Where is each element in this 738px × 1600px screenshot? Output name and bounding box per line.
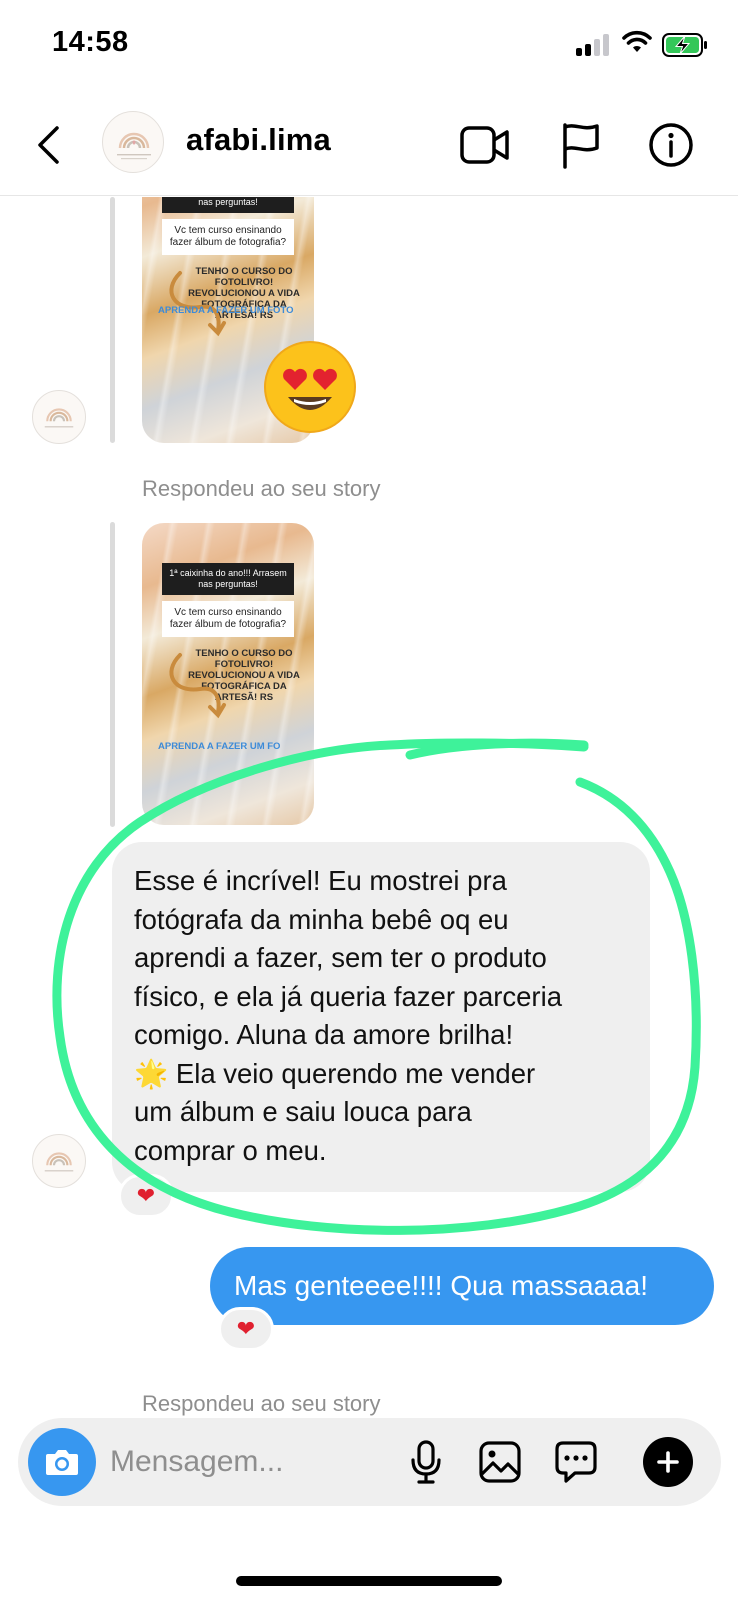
message-line: comprar o meu. xyxy=(134,1134,327,1166)
message-composer xyxy=(18,1418,721,1506)
gallery-button[interactable] xyxy=(474,1436,526,1488)
sender-avatar[interactable] xyxy=(32,390,86,444)
camera-icon xyxy=(46,1450,78,1475)
message-line: físico, e ela já queria fazer parceria xyxy=(134,980,562,1012)
message-input[interactable] xyxy=(110,1436,400,1488)
video-call-icon xyxy=(460,126,509,164)
sticker-button[interactable] xyxy=(550,1436,602,1488)
heart-reaction[interactable]: ❤ xyxy=(118,1174,174,1218)
video-call-button[interactable] xyxy=(458,118,512,172)
battery-charging-icon xyxy=(662,33,707,57)
story-question-text: Vc tem curso ensinando fazer álbum de fo… xyxy=(162,601,294,637)
heart-eyes-emoji-icon xyxy=(264,341,356,433)
message-line: aprendi a fazer, sem ter o produto xyxy=(134,942,547,973)
back-icon xyxy=(38,126,59,164)
replied-to-story-label: Respondeu ao seu story xyxy=(142,1391,381,1416)
flag-icon xyxy=(563,123,599,169)
heart-reaction[interactable]: ❤ xyxy=(218,1307,274,1351)
microphone-icon xyxy=(411,1440,441,1484)
more-options-button[interactable] xyxy=(643,1437,693,1487)
story-question-text: Vc tem curso ensinando fazer álbum de fo… xyxy=(162,219,294,255)
camera-button[interactable] xyxy=(28,1428,96,1496)
story-link-sticker: APRENDA A FAZER UM FOTO xyxy=(158,305,294,316)
rainbow-logo-icon xyxy=(44,408,74,428)
info-button[interactable] xyxy=(644,118,698,172)
report-button[interactable] xyxy=(554,118,608,172)
wifi-icon xyxy=(622,30,652,52)
plus-icon xyxy=(657,1451,679,1473)
rainbow-logo-icon xyxy=(44,1152,74,1172)
profile-avatar[interactable] xyxy=(102,111,164,173)
outgoing-message-text: Mas genteeee!!!! Qua massaaaa! xyxy=(234,1270,649,1301)
chat-header: afabi.lima xyxy=(0,100,738,196)
info-icon xyxy=(649,123,693,167)
message-line: Esse é incrível! Eu mostrei pra xyxy=(134,865,507,896)
gallery-icon xyxy=(479,1441,521,1483)
story-link-sticker: APRENDA A FAZER UM FO xyxy=(158,741,281,752)
status-bar: 14:58 xyxy=(0,0,738,90)
message-line: comigo. Aluna da amore brilha! xyxy=(134,1019,514,1050)
home-indicator[interactable] xyxy=(236,1576,502,1586)
story-question-box: 1ª caixinha do ano!!! Arrasem nas pergun… xyxy=(162,563,294,595)
story-arrow-icon xyxy=(169,653,226,719)
rainbow-logo-icon xyxy=(117,132,151,160)
outgoing-message-bubble[interactable]: Mas genteeee!!!! Qua massaaaa! xyxy=(210,1247,714,1325)
status-time: 14:58 xyxy=(52,26,129,58)
cellular-signal-icon xyxy=(576,32,610,56)
message-line: fotógrafa da minha bebê oq eu xyxy=(134,903,509,935)
message-line: um álbum e saiu louca para xyxy=(134,1096,472,1127)
message-thread[interactable]: 1ª caixinha do ano!!! Arrasem nas pergun… xyxy=(0,197,738,1417)
reply-indicator-line xyxy=(110,522,115,827)
replied-to-story-label: Respondeu ao seu story xyxy=(142,476,381,501)
story-question-box: 1ª caixinha do ano!!! Arrasem nas pergun… xyxy=(162,197,294,213)
voice-message-button[interactable] xyxy=(400,1436,452,1488)
chat-username[interactable]: afabi.lima xyxy=(186,122,331,158)
message-line: 🌟 Ela veio querendo me vender xyxy=(134,1057,536,1089)
story-thumbnail[interactable]: 1ª caixinha do ano!!! Arrasem nas pergun… xyxy=(142,523,314,825)
back-button[interactable] xyxy=(28,120,68,170)
story-arrow-icon xyxy=(169,271,226,337)
sticker-icon xyxy=(555,1441,597,1483)
incoming-message-bubble[interactable]: Esse é incrível! Eu mostrei pra fotógraf… xyxy=(112,842,650,1192)
sender-avatar[interactable] xyxy=(32,1134,86,1188)
reply-indicator-line xyxy=(110,197,115,443)
